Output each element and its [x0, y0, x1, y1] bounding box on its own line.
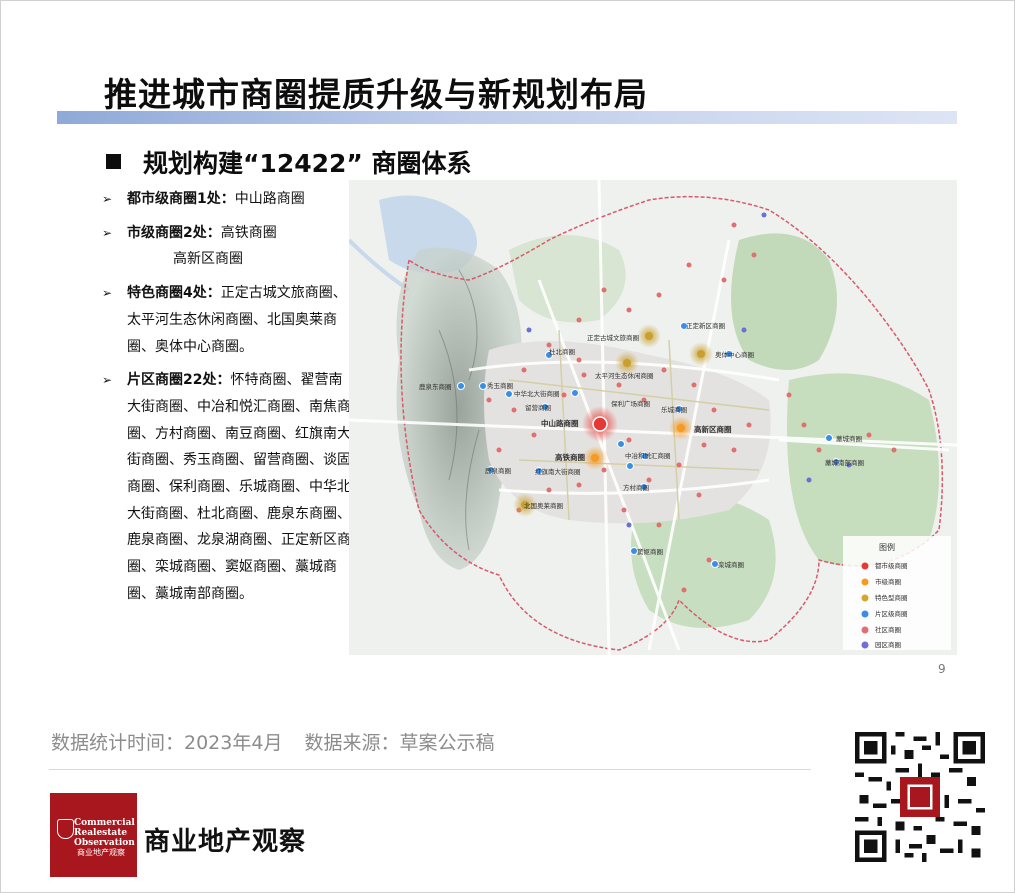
planning-map-svg: 正定古城文旅商圈 正定新区商圈 奥体中心商圈 杜北商圈 太平河生态休闲商圈 鹿泉…	[349, 180, 957, 655]
label-zhongshan: 中山路商圈	[541, 418, 579, 428]
logo-chinese-text: 商业地产观察	[77, 848, 125, 857]
label-xiuyu: 秀玉商圈	[487, 381, 513, 390]
section-heading-text: 规划构建“12422” 商圈体系	[143, 149, 472, 178]
arrow-bullet-icon: ➢	[102, 373, 113, 388]
label-aoti: 奥体中心商圈	[715, 350, 754, 359]
tier-colon: ：	[216, 372, 231, 389]
title-underline-bar	[57, 111, 957, 124]
stats-time: 数据统计时间：2023年4月	[51, 732, 283, 754]
label-zhongye: 中冶和悦汇商圈	[625, 451, 671, 460]
legend-swatch-area	[861, 610, 869, 618]
tier-text: 高铁商圈	[220, 224, 277, 241]
tier-list: ➢ 都市级商圈1处：中山路商圈 ➢ 市级商圈2处：高铁商圈 高新区商圈 ➢ 特色…	[102, 186, 352, 615]
qr-code-icon	[855, 732, 985, 862]
tier-item: ➢ 市级商圈2处：高铁商圈 高新区商圈	[102, 220, 352, 273]
map-legend: 图例 都市级商圈 市级商圈 特色型商圈 片区级商圈 社区商圈 园区商圈	[843, 536, 951, 650]
label-gaocheng: 藁城商圈	[836, 434, 862, 443]
legend-label-park: 园区商圈	[875, 640, 901, 649]
label-gaoxin: 高新区商圈	[694, 424, 732, 434]
tier-text: 怀特商圈、翟营南大街商圈、中冶和悦汇商圈、南焦商圈、方村商圈、南豆商圈、红旗南大…	[127, 372, 351, 602]
legend-title: 图例	[879, 542, 895, 552]
logo-english-text: Commercial Realestate Observation	[74, 818, 135, 848]
arrow-bullet-icon: ➢	[102, 192, 113, 206]
label-zhonghua-north: 中华北大街商圈	[514, 389, 560, 398]
tier-label: 都市级商圈1处	[127, 191, 221, 207]
tier-extra-text: 高新区商圈	[173, 251, 243, 268]
tier-item: ➢ 都市级商圈1处：中山路商圈	[102, 186, 352, 213]
arrow-bullet-icon: ➢	[102, 225, 113, 240]
metro-level-district	[582, 406, 618, 442]
tier-label: 片区商圈22处	[127, 372, 217, 389]
slide-title: 推进城市商圈提质升级与新规划布局	[104, 75, 648, 114]
planning-map: 正定古城文旅商圈 正定新区商圈 奥体中心商圈 杜北商圈 太平河生态休闲商圈 鹿泉…	[349, 180, 957, 655]
label-luancheng: 栾城商圈	[718, 560, 744, 569]
tier-label: 市级商圈2处	[127, 224, 207, 241]
label-lecheng: 乐城商圈	[661, 405, 687, 414]
brand-logo: Commercial Realestate Observation 商业地产观察	[50, 793, 137, 877]
legend-label-feature: 特色型商圈	[875, 593, 908, 602]
label-hongqi: 红旗南大街商圈	[535, 467, 581, 476]
label-fangcun: 方村商圈	[623, 483, 649, 492]
legend-swatch-community	[861, 626, 869, 634]
tier-colon: ：	[206, 285, 221, 302]
arrow-bullet-icon: ➢	[102, 286, 113, 301]
tier-item: ➢ 片区商圈22处：怀特商圈、翟营南大街商圈、中冶和悦汇商圈、南焦商圈、方村商圈…	[102, 367, 352, 607]
label-baoli: 保利广场商圈	[611, 399, 650, 408]
page-number: 9	[938, 662, 946, 676]
tier-colon: ：	[206, 224, 221, 241]
data-source: 数据来源：草案公示稿	[304, 732, 495, 754]
section-heading: 规划构建“12422” 商圈体系	[106, 144, 472, 180]
label-luquan: 鹿泉商圈	[485, 466, 511, 475]
shield-emblem-icon	[57, 819, 74, 839]
footer-meta: 数据统计时间：2023年4月 数据来源：草案公示稿	[51, 728, 494, 755]
green-belt-north-east	[731, 233, 837, 370]
label-zhengding-new-area: 正定新区商圈	[686, 321, 725, 330]
label-gaocheng-south: 藁城南部商圈	[825, 458, 864, 467]
square-bullet-icon	[106, 154, 121, 169]
label-gaotie: 高铁商圈	[555, 452, 585, 462]
label-luquan-east: 鹿泉东商圈	[419, 382, 452, 391]
legend-swatch-park	[861, 641, 869, 649]
label-taiping-river: 太平河生态休闲商圈	[595, 371, 654, 380]
label-zhengding-old-town: 正定古城文旅商圈	[587, 333, 639, 342]
legend-label-city: 市级商圈	[875, 577, 901, 586]
footer-divider	[49, 769, 811, 770]
legend-label-community: 社区商圈	[875, 625, 901, 634]
tier-text: 中山路商圈	[234, 191, 305, 207]
tier-item: ➢ 特色商圈4处：正定古城文旅商圈、太平河生态休闲商圈、北国奥莱商圈、奥体中心商…	[102, 280, 352, 360]
label-douyu: 窦妪商圈	[637, 547, 663, 556]
tier-label: 特色商圈4处	[127, 285, 207, 302]
legend-label-metro: 都市级商圈	[875, 561, 908, 570]
label-duobei: 杜北商圈	[549, 347, 575, 356]
tier-colon: ：	[220, 191, 235, 207]
legend-label-area: 片区级商圈	[875, 609, 908, 618]
legend-swatch-feature	[861, 594, 869, 602]
legend-swatch-metro	[861, 562, 869, 570]
legend-swatch-city	[861, 578, 869, 586]
label-beiguo-outlet: 北国奥莱商圈	[524, 501, 563, 510]
brand-name: 商业地产观察	[144, 827, 307, 857]
label-liuying: 留营商圈	[525, 403, 551, 412]
qr-center-logo	[899, 776, 941, 818]
